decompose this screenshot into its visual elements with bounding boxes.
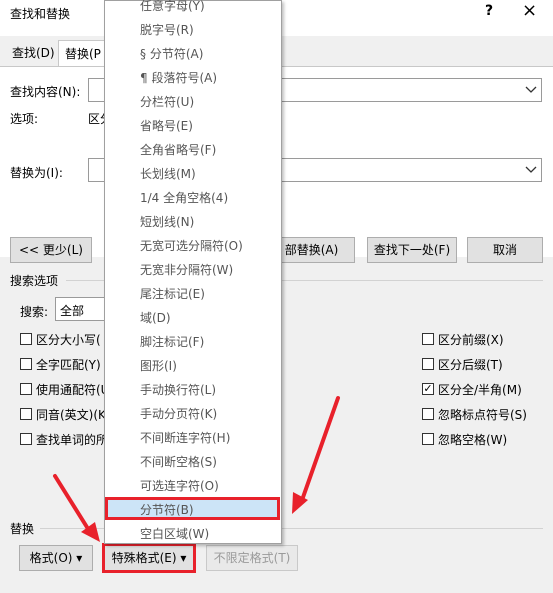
arrow-line-right [299, 396, 340, 505]
annotation-arrows [53, 396, 340, 542]
arrow-line-left [53, 474, 92, 534]
